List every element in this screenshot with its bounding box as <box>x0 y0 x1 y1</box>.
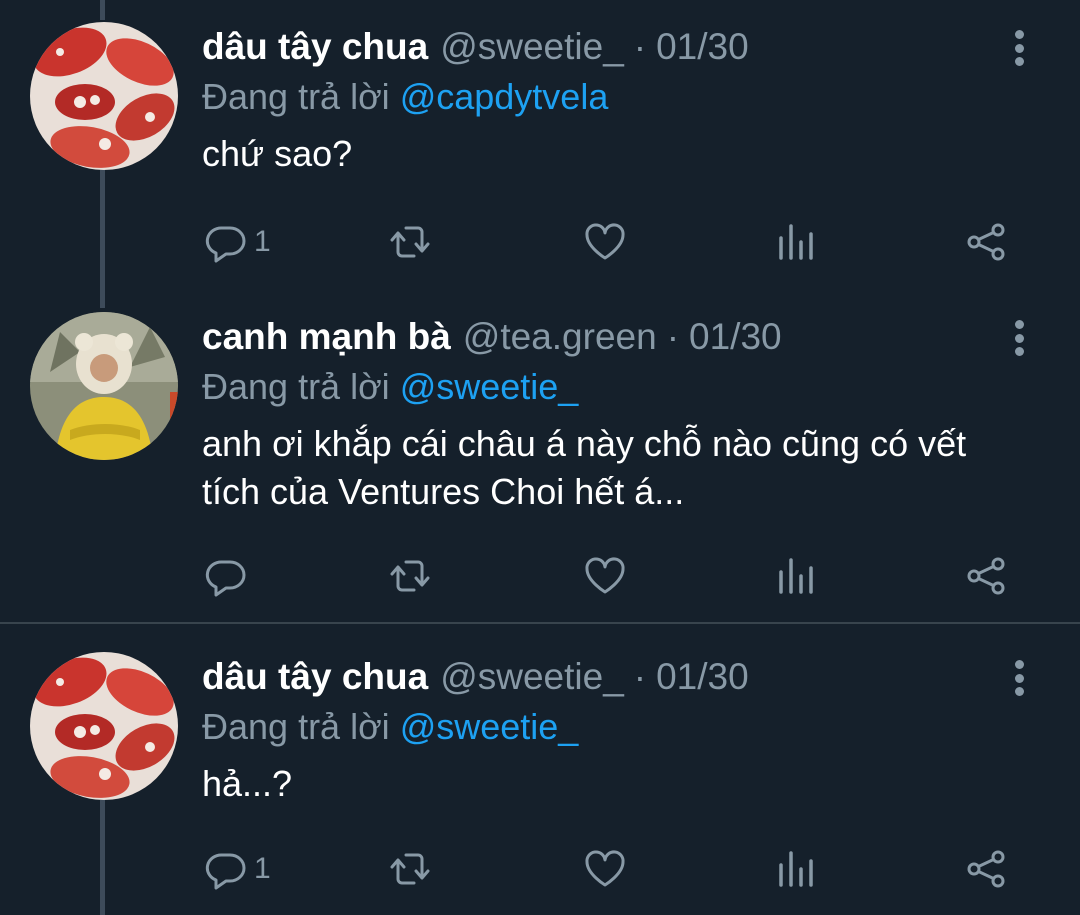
reply-button[interactable]: 1 <box>204 217 271 267</box>
user-handle[interactable]: @tea.green <box>463 312 657 362</box>
thread-line <box>100 0 105 20</box>
more-options-icon[interactable] <box>1004 656 1034 700</box>
separator-dot: · <box>633 26 647 67</box>
tweet[interactable]: dâu tây chua @sweetie_ · 01/30 Đang trả … <box>0 652 1080 915</box>
analytics-icon <box>779 851 813 887</box>
share-icon <box>967 557 1005 595</box>
analytics-icon <box>779 224 813 260</box>
avatar[interactable] <box>30 652 178 800</box>
retweet-icon <box>390 226 430 258</box>
replying-to: Đang trả lời @capdytvela <box>202 72 608 122</box>
avatar[interactable] <box>30 312 178 460</box>
action-bar <box>0 551 1080 601</box>
avatar[interactable] <box>30 22 178 170</box>
tweet[interactable]: dâu tây chua @sweetie_ · 01/30 Đang trả … <box>0 22 1080 282</box>
retweet-button[interactable] <box>388 217 432 267</box>
share-button[interactable] <box>964 844 1008 894</box>
strawberry-avatar <box>30 652 178 800</box>
user-handle[interactable]: @sweetie_ <box>440 652 624 702</box>
tweet-text: hả...? <box>202 763 293 804</box>
tweet-header: canh mạnh bà @tea.green · 01/30 <box>202 312 782 362</box>
reply-button[interactable] <box>204 551 254 601</box>
replying-to: Đang trả lời @sweetie_ <box>202 362 578 412</box>
display-name[interactable]: canh mạnh bà <box>202 312 451 362</box>
replying-prefix: Đang trả lời <box>202 76 390 117</box>
tweet-divider <box>0 622 1080 624</box>
share-icon <box>967 223 1005 261</box>
share-button[interactable] <box>964 217 1008 267</box>
like-button[interactable] <box>583 844 627 894</box>
reply-icon <box>205 226 246 263</box>
reply-count: 1 <box>254 225 271 258</box>
tweet-date[interactable]: 01/30 <box>656 652 749 702</box>
like-button[interactable] <box>583 217 627 267</box>
like-icon <box>585 557 625 594</box>
action-bar: 1 <box>0 217 1080 267</box>
strawberry-avatar <box>30 22 178 170</box>
tweet-text: anh ơi khắp cái châu á này chỗ nào cũng … <box>202 423 967 512</box>
user-handle[interactable]: @sweetie_ <box>440 22 624 72</box>
reply-count: 1 <box>254 852 271 885</box>
retweet-button[interactable] <box>388 844 432 894</box>
retweet-button[interactable] <box>388 551 432 601</box>
reply-icon <box>205 853 246 890</box>
display-name[interactable]: dâu tây chua <box>202 22 428 72</box>
tweet-text: chứ sao? <box>202 133 353 174</box>
share-button[interactable] <box>964 551 1008 601</box>
like-icon <box>585 223 625 260</box>
mention-link[interactable]: @sweetie_ <box>400 366 579 407</box>
separator-dot: · <box>666 316 680 357</box>
like-icon <box>585 850 625 887</box>
mention-link[interactable]: @capdytvela <box>400 76 609 117</box>
replying-prefix: Đang trả lời <box>202 366 390 407</box>
replying-prefix: Đang trả lời <box>202 706 390 747</box>
tweet-date[interactable]: 01/30 <box>689 312 782 362</box>
retweet-icon <box>390 560 430 592</box>
analytics-button[interactable] <box>775 217 819 267</box>
share-icon <box>967 850 1005 888</box>
like-button[interactable] <box>583 551 627 601</box>
display-name[interactable]: dâu tây chua <box>202 652 428 702</box>
reply-icon <box>205 560 246 597</box>
tweet-header: dâu tây chua @sweetie_ · 01/30 <box>202 652 749 702</box>
person-yellow-jacket-avatar <box>30 312 178 460</box>
reply-button[interactable]: 1 <box>204 844 271 894</box>
tweet[interactable]: canh mạnh bà @tea.green · 01/30 Đang trả… <box>0 312 1080 612</box>
analytics-icon <box>779 558 813 594</box>
action-bar: 1 <box>0 844 1080 894</box>
tweet-date[interactable]: 01/30 <box>656 22 749 72</box>
separator-dot: · <box>633 656 647 697</box>
retweet-icon <box>390 853 430 885</box>
more-options-icon[interactable] <box>1004 316 1034 360</box>
tweet-feed: dâu tây chua @sweetie_ · 01/30 Đang trả … <box>0 0 1080 915</box>
tweet-header: dâu tây chua @sweetie_ · 01/30 <box>202 22 749 72</box>
analytics-button[interactable] <box>775 551 819 601</box>
analytics-button[interactable] <box>775 844 819 894</box>
replying-to: Đang trả lời @sweetie_ <box>202 702 578 752</box>
more-options-icon[interactable] <box>1004 26 1034 70</box>
mention-link[interactable]: @sweetie_ <box>400 706 579 747</box>
